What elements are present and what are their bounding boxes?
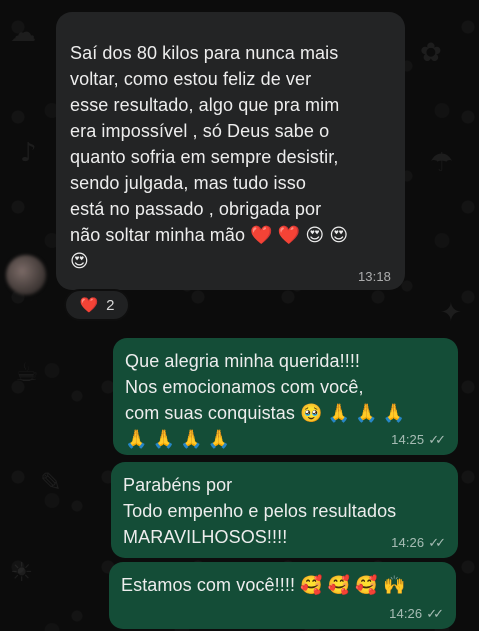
incoming-message-text: Saí dos 80 kilos para nunca mais voltar,…: [70, 43, 349, 271]
wallpaper-doodle-icon: ☂: [430, 148, 454, 178]
message-time: 13:18: [357, 269, 391, 284]
message-meta: 14:26 ✓✓: [389, 607, 444, 621]
double-check-icon: ✓✓: [428, 432, 446, 447]
wallpaper-doodle-icon: ✦: [440, 298, 462, 328]
outgoing-message-bubble[interactable]: Parabéns por Todo empenho e pelos result…: [111, 462, 458, 558]
message-meta: 14:25 ✓✓: [391, 433, 446, 447]
outgoing-message-bubble[interactable]: Que alegria minha querida!!!! Nos emocio…: [113, 338, 458, 455]
message-time: 14:25: [391, 432, 425, 447]
double-check-icon: ✓✓: [428, 535, 446, 550]
message-meta: 13:18: [358, 270, 391, 284]
heart-icon: ❤️: [79, 296, 99, 314]
reaction-count: 2: [106, 296, 115, 314]
wallpaper-doodle-icon: ☁: [10, 18, 36, 48]
message-time: 14:26: [389, 606, 423, 621]
wallpaper-doodle-icon: ✿: [420, 38, 442, 68]
outgoing-message-bubble[interactable]: Estamos com você!!!! 🥰 🥰 🥰 🙌 14:26 ✓✓: [109, 562, 456, 629]
wallpaper-doodle-icon: ✎: [40, 468, 62, 498]
message-meta: 14:26 ✓✓: [391, 536, 446, 550]
contact-avatar[interactable]: [6, 255, 46, 295]
wallpaper-doodle-icon: ☕: [15, 358, 39, 388]
incoming-message-bubble[interactable]: Saí dos 80 kilos para nunca mais voltar,…: [56, 12, 405, 290]
wallpaper-doodle-icon: ☀: [10, 558, 34, 588]
double-check-icon: ✓✓: [426, 606, 444, 621]
message-time: 14:26: [391, 535, 425, 550]
message-reaction-badge[interactable]: ❤️ 2: [64, 289, 130, 321]
wallpaper-doodle-icon: ♪: [20, 138, 37, 168]
outgoing-message-text: Estamos com você!!!! 🥰 🥰 🥰 🙌: [121, 575, 406, 595]
